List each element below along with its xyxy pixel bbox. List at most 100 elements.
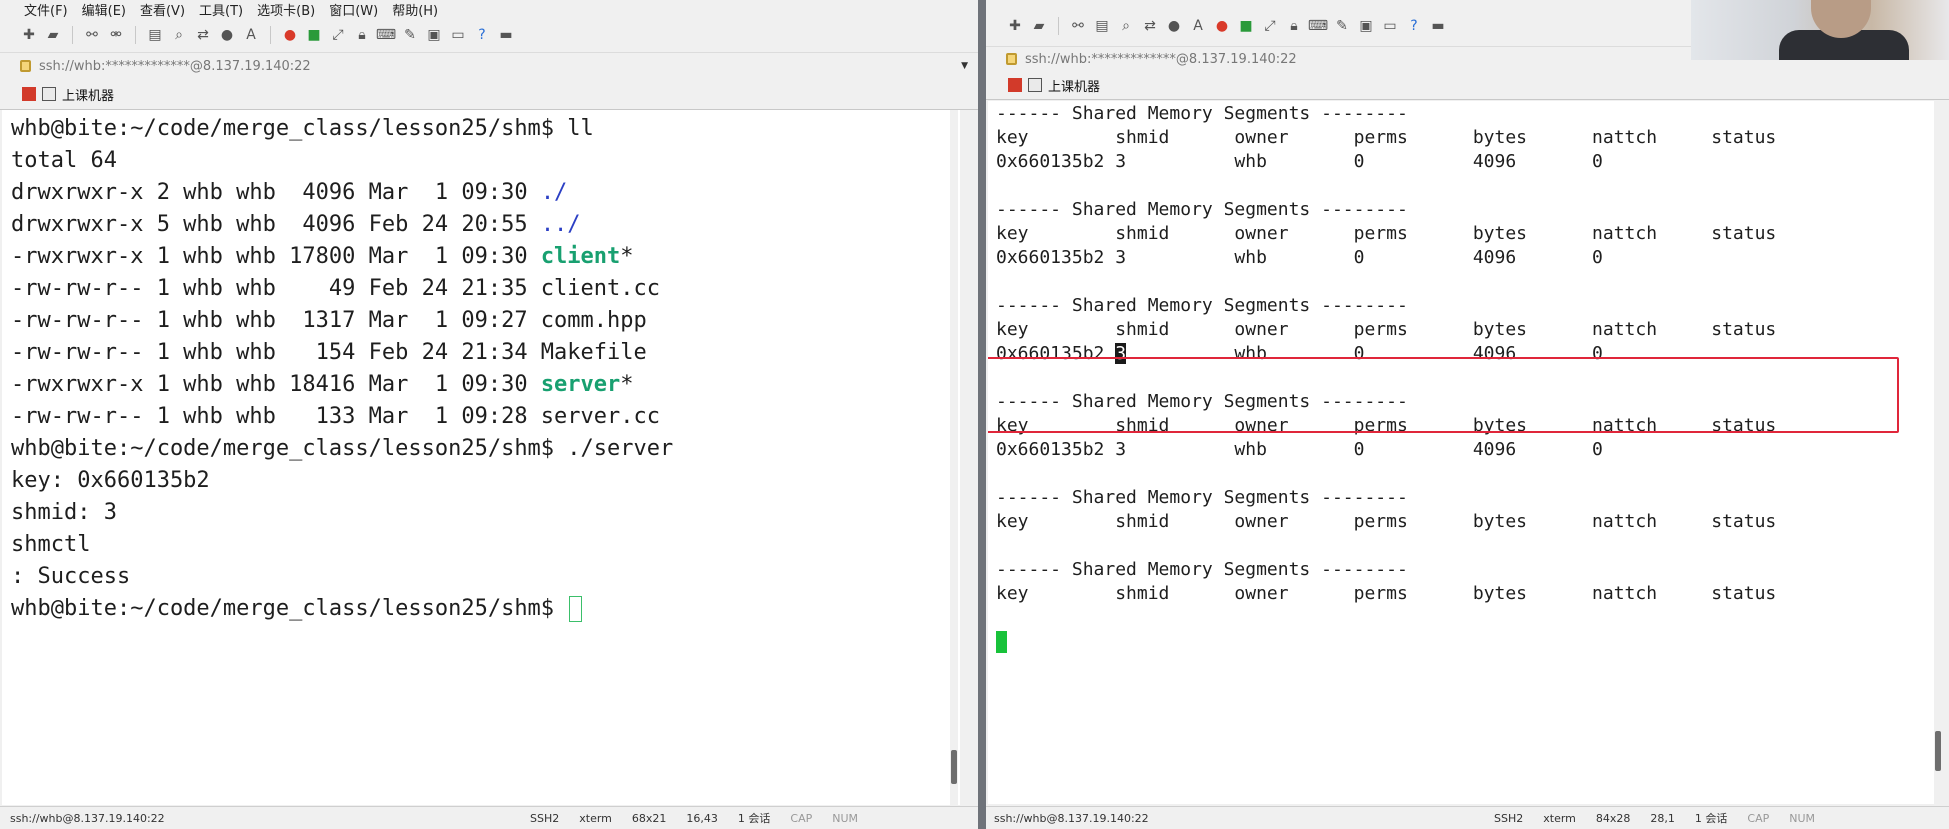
menu-window[interactable]: 窗口(W)	[329, 0, 378, 19]
status-position: 16,43	[686, 811, 718, 825]
terminal-line: shmctl	[11, 532, 91, 557]
fullscreen-icon[interactable]: ⤢	[1261, 17, 1279, 35]
terminal-line: drwxrwxr-x 2 whb whb 4096 Mar 1 09:30 ./	[11, 180, 568, 205]
script-icon[interactable]: ▣	[425, 26, 443, 44]
record-icon[interactable]: ●	[1213, 17, 1231, 35]
new-session-icon[interactable]: ✚	[20, 26, 38, 44]
transfer-icon[interactable]: ⇄	[194, 26, 212, 44]
session-manager-icon[interactable]	[22, 87, 36, 101]
toolbar-divider	[1058, 17, 1059, 35]
status-position: 28,1	[1650, 811, 1675, 825]
tab-icon	[1028, 78, 1042, 92]
globe-icon[interactable]: ●	[1165, 17, 1183, 35]
dir-current: ./	[540, 180, 568, 205]
terminal-line: whb@bite:~/code/merge_class/lesson25/shm…	[11, 436, 674, 461]
toolbar-divider	[270, 26, 271, 44]
toolbar-divider	[72, 26, 73, 44]
chat-icon[interactable]: ▬	[497, 26, 515, 44]
left-xshell-window: 文件(F) 编辑(E) 查看(V) 工具(T) 选项卡(B) 窗口(W) 帮助(…	[0, 0, 978, 829]
menu-tools[interactable]: 工具(T)	[199, 0, 243, 19]
right-scrollbar[interactable]	[1934, 101, 1942, 804]
right-scrollbar-thumb[interactable]	[1935, 731, 1941, 771]
link-icon[interactable]: ⚯	[1069, 17, 1087, 35]
menu-file[interactable]: 文件(F)	[24, 0, 68, 19]
ipcs-header: ------ Shared Memory Segments --------	[996, 103, 1408, 124]
find-icon[interactable]: ⌕	[170, 26, 188, 44]
ipcs-header: ------ Shared Memory Segments --------	[996, 295, 1408, 316]
new-session-icon[interactable]: ✚	[1006, 17, 1024, 35]
layout-icon[interactable]: ▭	[1381, 17, 1399, 35]
left-menubar: 文件(F) 编辑(E) 查看(V) 工具(T) 选项卡(B) 窗口(W) 帮助(…	[0, 0, 978, 19]
address-lock-icon	[1006, 53, 1017, 65]
find-icon[interactable]: ⌕	[1117, 17, 1135, 35]
help-icon[interactable]: ?	[473, 26, 491, 44]
lock-icon[interactable]: 🔒︎	[1285, 17, 1303, 35]
help-icon[interactable]: ?	[1405, 17, 1423, 35]
properties-icon[interactable]: ▤	[1093, 17, 1111, 35]
right-status-bar: ssh://whb@8.137.19.140:22 SSH2 xterm 84x…	[986, 806, 1949, 829]
left-scrollbar-thumb[interactable]	[951, 750, 957, 784]
terminal-line: total 64	[11, 148, 117, 173]
terminal-line: -rw-rw-r-- 1 whb whb 154 Feb 24 21:34 Ma…	[11, 340, 647, 365]
status-cap: CAP	[1747, 811, 1770, 825]
terminal-cursor	[569, 596, 583, 622]
left-terminal[interactable]: whb@bite:~/code/merge_class/lesson25/shm…	[2, 110, 960, 805]
pen-icon[interactable]: ✎	[1333, 17, 1351, 35]
layout-icon[interactable]: ▭	[449, 26, 467, 44]
left-scrollbar[interactable]	[950, 110, 958, 805]
status-connection: ssh://whb@8.137.19.140:22	[994, 811, 1149, 825]
ipcs-columns: key shmid owner perms bytes nattch statu…	[996, 583, 1777, 604]
status-term: xterm	[579, 811, 612, 825]
session-tab-label[interactable]: 上课机器	[62, 85, 114, 104]
chat-icon[interactable]: ▬	[1429, 17, 1447, 35]
transfer-icon[interactable]: ⇄	[1141, 17, 1159, 35]
disconnect-icon[interactable]: ⚮	[107, 26, 125, 44]
menu-edit[interactable]: 编辑(E)	[82, 0, 126, 19]
terminal-line: whb@bite:~/code/merge_class/lesson25/shm…	[11, 593, 960, 625]
right-session-bar: 上课机器	[986, 71, 1949, 100]
link-icon[interactable]: ⚯	[83, 26, 101, 44]
exec-server: server	[540, 372, 621, 397]
terminal-line: -rw-rw-r-- 1 whb whb 49 Feb 24 21:35 cli…	[11, 276, 661, 301]
status-size: 68x21	[631, 811, 667, 825]
pen-icon[interactable]: ✎	[401, 26, 419, 44]
properties-icon[interactable]: ▤	[146, 26, 164, 44]
session-manager-icon[interactable]	[1008, 78, 1022, 92]
left-status-bar: ssh://whb@8.137.19.140:22 SSH2 xterm 68x…	[0, 806, 978, 829]
terminal-line: whb@bite:~/code/merge_class/lesson25/shm…	[11, 116, 594, 141]
left-toolbar: ✚ ▰ ⚯ ⚮ ▤ ⌕ ⇄ ● A ● ■ ⤢ 🔒︎ ⌨ ✎ ▣ ▭ ? ▬	[0, 18, 978, 53]
menu-view[interactable]: 查看(V)	[140, 0, 185, 19]
terminal-line: -rw-rw-r-- 1 whb whb 133 Mar 1 09:28 ser…	[11, 404, 661, 429]
menu-tabs[interactable]: 选项卡(B)	[257, 0, 315, 19]
script-icon[interactable]: ▣	[1357, 17, 1375, 35]
globe-icon[interactable]: ●	[218, 26, 236, 44]
status-sessions[interactable]: 1 会话	[1695, 810, 1728, 826]
keyboard-icon[interactable]: ⌨	[376, 26, 396, 44]
open-folder-icon[interactable]: ▰	[44, 26, 62, 44]
toolbar-divider	[135, 26, 136, 44]
address-dropdown-icon[interactable]: ▼	[961, 61, 968, 71]
status-sessions[interactable]: 1 会话	[738, 810, 771, 826]
status-size: 84x28	[1595, 811, 1631, 825]
open-folder-icon[interactable]: ▰	[1030, 17, 1048, 35]
lock-icon[interactable]: 🔒︎	[353, 26, 371, 44]
terminal-cursor	[996, 631, 1007, 653]
status-protocol: SSH2	[530, 811, 560, 825]
font-icon[interactable]: A	[242, 26, 260, 44]
record-icon[interactable]: ●	[281, 26, 299, 44]
ipcs-header: ------ Shared Memory Segments --------	[996, 487, 1408, 508]
xftp-icon[interactable]: ■	[1237, 17, 1255, 35]
font-icon[interactable]: A	[1189, 17, 1207, 35]
fullscreen-icon[interactable]: ⤢	[329, 26, 347, 44]
ipcs-columns: key shmid owner perms bytes nattch statu…	[996, 319, 1777, 340]
menu-help[interactable]: 帮助(H)	[392, 0, 438, 19]
right-terminal[interactable]: ------ Shared Memory Segments -------- k…	[988, 101, 1942, 804]
terminal-line: key: 0x660135b2	[11, 468, 210, 493]
xftp-icon[interactable]: ■	[305, 26, 323, 44]
ipcs-columns: key shmid owner perms bytes nattch statu…	[996, 127, 1777, 148]
status-term: xterm	[1543, 811, 1576, 825]
terminal-line	[996, 630, 1942, 654]
keyboard-icon[interactable]: ⌨	[1308, 17, 1328, 35]
session-tab-label[interactable]: 上课机器	[1048, 76, 1100, 95]
left-address-bar[interactable]: ssh://whb:*************@8.137.19.140:22 …	[0, 53, 978, 79]
